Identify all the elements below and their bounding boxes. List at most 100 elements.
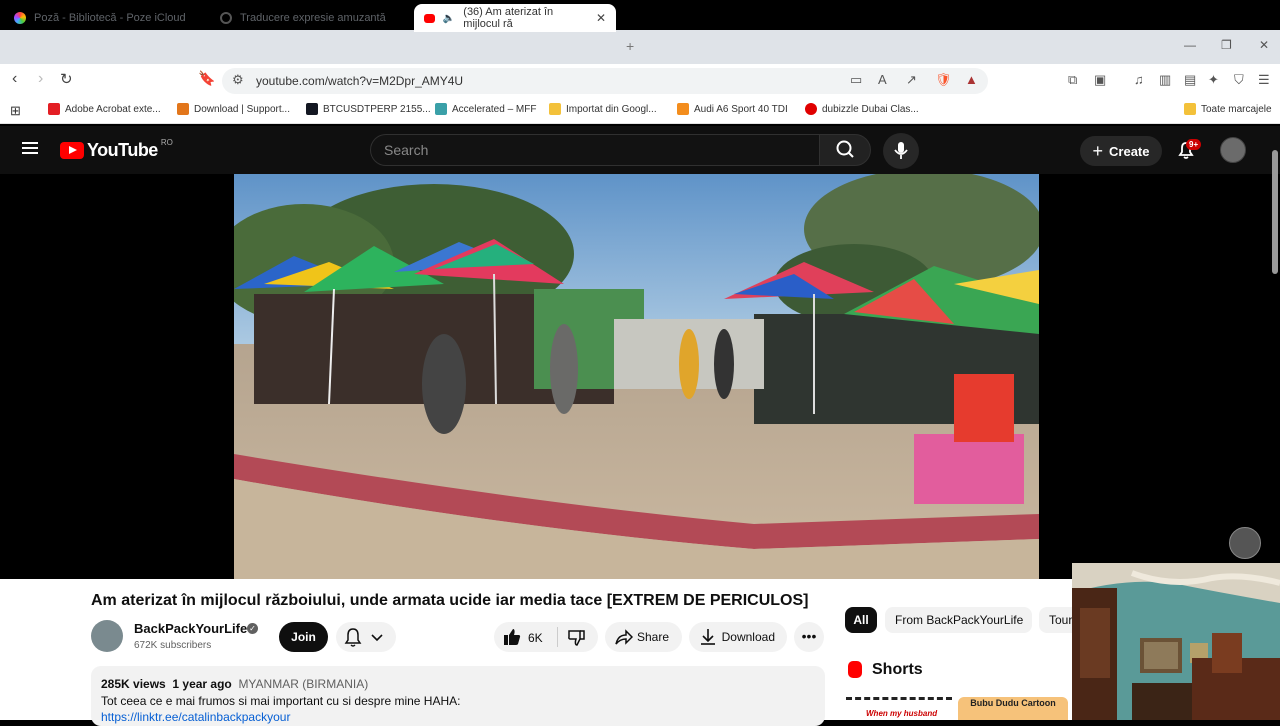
channel-name[interactable]: BackPackYourLife (134, 621, 247, 636)
bookmark-metamask[interactable]: Download | Support... (177, 103, 290, 115)
download-icon (698, 627, 718, 652)
url-text[interactable]: youtube.com/watch?v=M2Dpr_AMY4U (256, 74, 463, 88)
bookmark-adobe[interactable]: Adobe Acrobat exte... (48, 103, 161, 115)
browser-tab-strip (0, 30, 1280, 64)
tab-label: (36) Am aterizat în mijlocul ră (463, 6, 554, 30)
short-caption: Bubu Dudu Cartoon (970, 698, 1056, 708)
wallet-icon[interactable]: ▤ (1184, 72, 1196, 88)
bookmark-label: Audi A6 Sport 40 TDI (694, 103, 788, 115)
adobe-icon (48, 103, 60, 115)
region-code: RO (160, 138, 173, 147)
dislike-button[interactable] (566, 628, 586, 653)
bookmark-folder-imported[interactable]: Importat din Googl... (549, 103, 657, 115)
brave-shield-icon[interactable]: 🛡 (935, 72, 952, 88)
back-button[interactable]: ‹ (12, 70, 17, 88)
upload-age: 1 year ago (172, 677, 232, 691)
chip-label: From BackPackYourLife (895, 613, 1024, 627)
bookmark-audi[interactable]: Audi A6 Sport 40 TDI (677, 103, 788, 115)
plus-icon: + (1092, 140, 1104, 161)
new-tab-button[interactable]: + (626, 38, 634, 54)
download-label: Download (721, 630, 775, 644)
maximize-button[interactable]: ❐ (1221, 38, 1232, 52)
shorts-heading: Shorts (872, 661, 923, 678)
video-frame-image (234, 174, 1039, 579)
tab-label: Traducere expresie amuzantă (240, 12, 386, 24)
description-link[interactable]: https://linktr.ee/catalinbackpackyour (101, 710, 290, 724)
tab-label: Poză - Bibliotecă - Poze iCloud (34, 12, 186, 24)
like-button[interactable] (502, 627, 522, 652)
reload-button[interactable]: ↻ (60, 70, 73, 88)
mff-icon (435, 103, 447, 115)
leo-ai-icon[interactable]: ✦ (1208, 72, 1219, 88)
bookmark-tradingview[interactable]: BTCUSDTPERP 2155... (306, 103, 431, 115)
bookmark-label: Importat din Googl... (566, 103, 657, 115)
chip-label: Tour (1049, 613, 1072, 627)
forward-button[interactable]: › (38, 70, 43, 88)
video-player[interactable] (234, 174, 1039, 579)
close-window-button[interactable]: ✕ (1259, 38, 1269, 52)
thumbs-down-icon (568, 630, 585, 646)
short-thumbnail-2[interactable]: Bubu Dudu Cartoon (958, 697, 1068, 720)
tab-translation[interactable]: Traducere expresie amuzantă (210, 4, 396, 32)
bookmark-all[interactable]: Toate marcajele (1184, 103, 1272, 115)
bookmark-icon[interactable]: 🔖 (198, 70, 215, 87)
verified-badge-icon: ✓ (247, 623, 258, 634)
more-actions-button[interactable]: ••• (794, 622, 824, 652)
join-button[interactable]: Join (279, 622, 328, 652)
tradingview-icon (306, 103, 318, 115)
thumbs-up-icon (504, 629, 521, 645)
chip-from-channel[interactable]: From BackPackYourLife (885, 607, 1032, 633)
screenshot-icon[interactable]: ▣ (1094, 72, 1106, 88)
chip-label: All (853, 613, 869, 627)
channel-avatar[interactable] (91, 620, 123, 652)
music-icon[interactable]: ♫ (1134, 72, 1144, 87)
notification-badge: 9+ (1186, 139, 1202, 150)
like-count: 6K (528, 631, 543, 645)
bookmark-label: Download | Support... (194, 103, 290, 115)
vpn-icon[interactable]: ⛉ (1234, 72, 1244, 88)
tab-youtube-video[interactable]: 🔈 (36) Am aterizat în mijlocul ră ✕ (414, 4, 616, 32)
search-button[interactable] (819, 134, 871, 166)
voice-search-button[interactable] (883, 133, 919, 169)
minimize-button[interactable]: — (1184, 38, 1196, 52)
speaker-icon[interactable]: 🔈 (443, 13, 455, 24)
bookmark-label: dubizzle Dubai Clas... (822, 103, 919, 115)
youtube-logo[interactable]: YouTube RO (60, 138, 173, 161)
chatgpt-icon (220, 12, 232, 24)
subscription-notifications-button[interactable] (336, 622, 396, 652)
create-button[interactable]: + Create (1080, 136, 1162, 166)
search-placeholder: Search (384, 142, 429, 158)
chip-tour[interactable]: Tour (1039, 607, 1072, 633)
chip-all[interactable]: All (845, 607, 877, 633)
youtube-play-icon (60, 142, 84, 159)
guide-menu-icon[interactable] (22, 142, 38, 154)
search-input[interactable] (370, 134, 820, 166)
bookmark-mff[interactable]: Accelerated – MFF (435, 103, 536, 115)
bookmark-dubizzle[interactable]: dubizzle Dubai Clas... (805, 103, 919, 115)
close-tab-icon[interactable]: ✕ (596, 11, 606, 25)
page-scrollbar[interactable] (1272, 150, 1278, 274)
short-thumbnail-1[interactable]: When my husband (846, 697, 952, 720)
folder-icon (1184, 103, 1196, 115)
search-icon (836, 140, 854, 158)
brave-rewards-icon[interactable]: ▲ (965, 72, 978, 87)
dubizzle-icon (805, 103, 817, 115)
channel-watermark-avatar[interactable] (1229, 527, 1261, 559)
folder-icon (549, 103, 561, 115)
sidebar-icon[interactable]: ▥ (1159, 72, 1171, 88)
autovit-icon (677, 103, 689, 115)
account-avatar[interactable] (1220, 137, 1246, 163)
apps-grid-icon[interactable]: ⊞ (10, 103, 21, 119)
like-divider (557, 627, 558, 647)
icloud-photos-icon (14, 12, 26, 24)
share-page-icon[interactable]: ↗ (906, 72, 917, 88)
menu-icon[interactable]: ☰ (1258, 72, 1270, 88)
extensions-icon[interactable]: ⧉ (1068, 72, 1077, 88)
site-settings-icon[interactable]: ⚙ (232, 72, 244, 88)
bookmark-label: Adobe Acrobat exte... (65, 103, 161, 115)
cast-icon[interactable]: ▭ (850, 72, 862, 88)
translate-icon[interactable]: A (878, 72, 887, 87)
shorts-icon (848, 661, 862, 678)
video-location[interactable]: MYANMAR (BIRMANIA) (238, 677, 368, 691)
tab-icloud-photos[interactable]: Poză - Bibliotecă - Poze iCloud (4, 4, 196, 32)
